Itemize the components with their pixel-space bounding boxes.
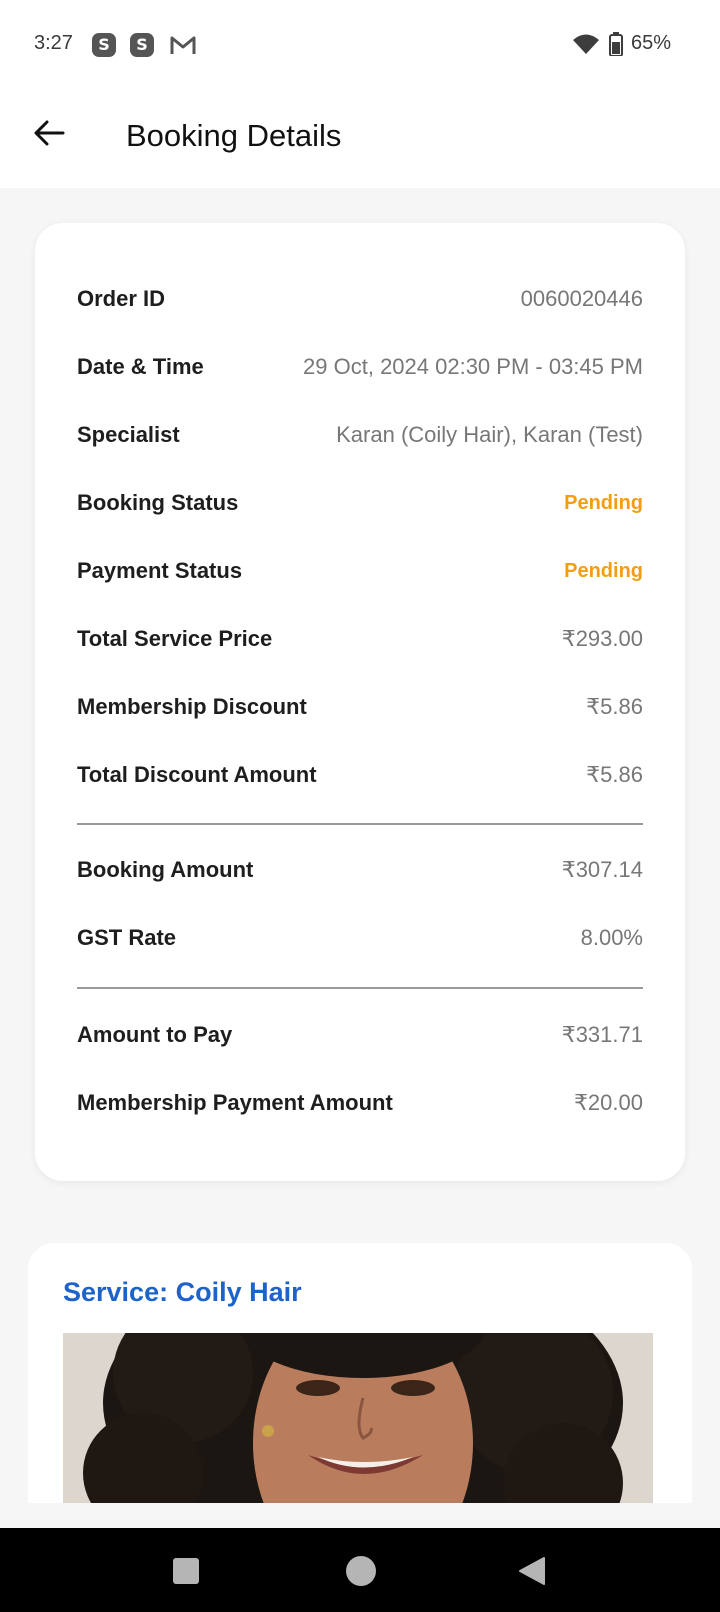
battery-percent: 65% [631,32,672,54]
status-bar: 3:27 S S 65% [0,0,720,90]
booking-details-card: Order ID 0060020446 Date & Time 29 Oct, … [35,223,685,1181]
system-back-button[interactable] [518,1556,546,1586]
detail-row-total-discount: Total Discount Amount ₹5.86 [77,759,643,791]
detail-label: GST Rate [77,925,177,950]
service-photo [63,1333,653,1503]
battery-icon [609,32,623,56]
detail-row-booking-status: Booking Status Pending [77,487,643,519]
home-button[interactable] [346,1556,376,1586]
detail-row-payment-status: Payment Status Pending [77,555,643,587]
detail-label: Order ID [77,286,166,311]
divider [77,987,643,989]
detail-label: Specialist [77,422,180,447]
detail-row-date-time: Date & Time 29 Oct, 2024 02:30 PM - 03:4… [77,351,643,383]
detail-value: 29 Oct, 2024 02:30 PM - 03:45 PM [303,354,643,379]
skype-icon: S [130,33,154,57]
service-card: Service: Coily Hair [28,1243,692,1503]
detail-value: ₹331.71 [561,1022,643,1047]
detail-label: Total Discount Amount [77,762,317,787]
divider [77,823,643,825]
skype-icon: S [92,33,116,57]
wifi-icon [573,34,599,54]
detail-value: 8.00% [580,925,643,950]
detail-value: ₹5.86 [586,762,643,787]
detail-value: ₹20.00 [573,1090,643,1115]
detail-value: ₹293.00 [561,626,643,651]
detail-row-specialist: Specialist Karan (Coily Hair), Karan (Te… [77,419,643,451]
status-badge: Pending [564,491,643,514]
detail-row-amount-to-pay: Amount to Pay ₹331.71 [77,1019,643,1051]
page-title: Booking Details [126,118,342,153]
detail-label: Total Service Price [77,626,273,651]
detail-row-order-id: Order ID 0060020446 [77,283,643,315]
detail-label: Membership Payment Amount [77,1090,393,1115]
detail-row-gst-rate: GST Rate 8.00% [77,922,643,954]
detail-value: Karan (Coily Hair), Karan (Test) [336,422,643,447]
recents-button[interactable] [173,1558,199,1584]
detail-value: 0060020446 [520,286,643,311]
service-title: Service: Coily Hair [63,1277,302,1307]
back-button[interactable] [26,110,72,156]
detail-row-membership-payment: Membership Payment Amount ₹20.00 [77,1087,643,1119]
detail-value: ₹5.86 [586,694,643,719]
detail-label: Booking Amount [77,857,254,882]
detail-value: ₹307.14 [561,857,643,882]
detail-row-total-service-price: Total Service Price ₹293.00 [77,623,643,655]
service-photo-image [63,1333,653,1503]
gmail-icon [170,36,196,54]
detail-row-membership-discount: Membership Discount ₹5.86 [77,691,643,723]
arrow-left-icon [34,120,65,146]
detail-row-booking-amount: Booking Amount ₹307.14 [77,854,643,886]
detail-label: Amount to Pay [77,1022,233,1047]
detail-label: Date & Time [77,354,204,379]
detail-label: Membership Discount [77,694,307,719]
detail-label: Payment Status [77,558,243,583]
detail-label: Booking Status [77,490,239,515]
status-time: 3:27 [34,32,73,54]
app-bar: Booking Details [0,90,720,188]
system-nav-bar [0,1528,720,1612]
status-badge: Pending [564,559,643,582]
